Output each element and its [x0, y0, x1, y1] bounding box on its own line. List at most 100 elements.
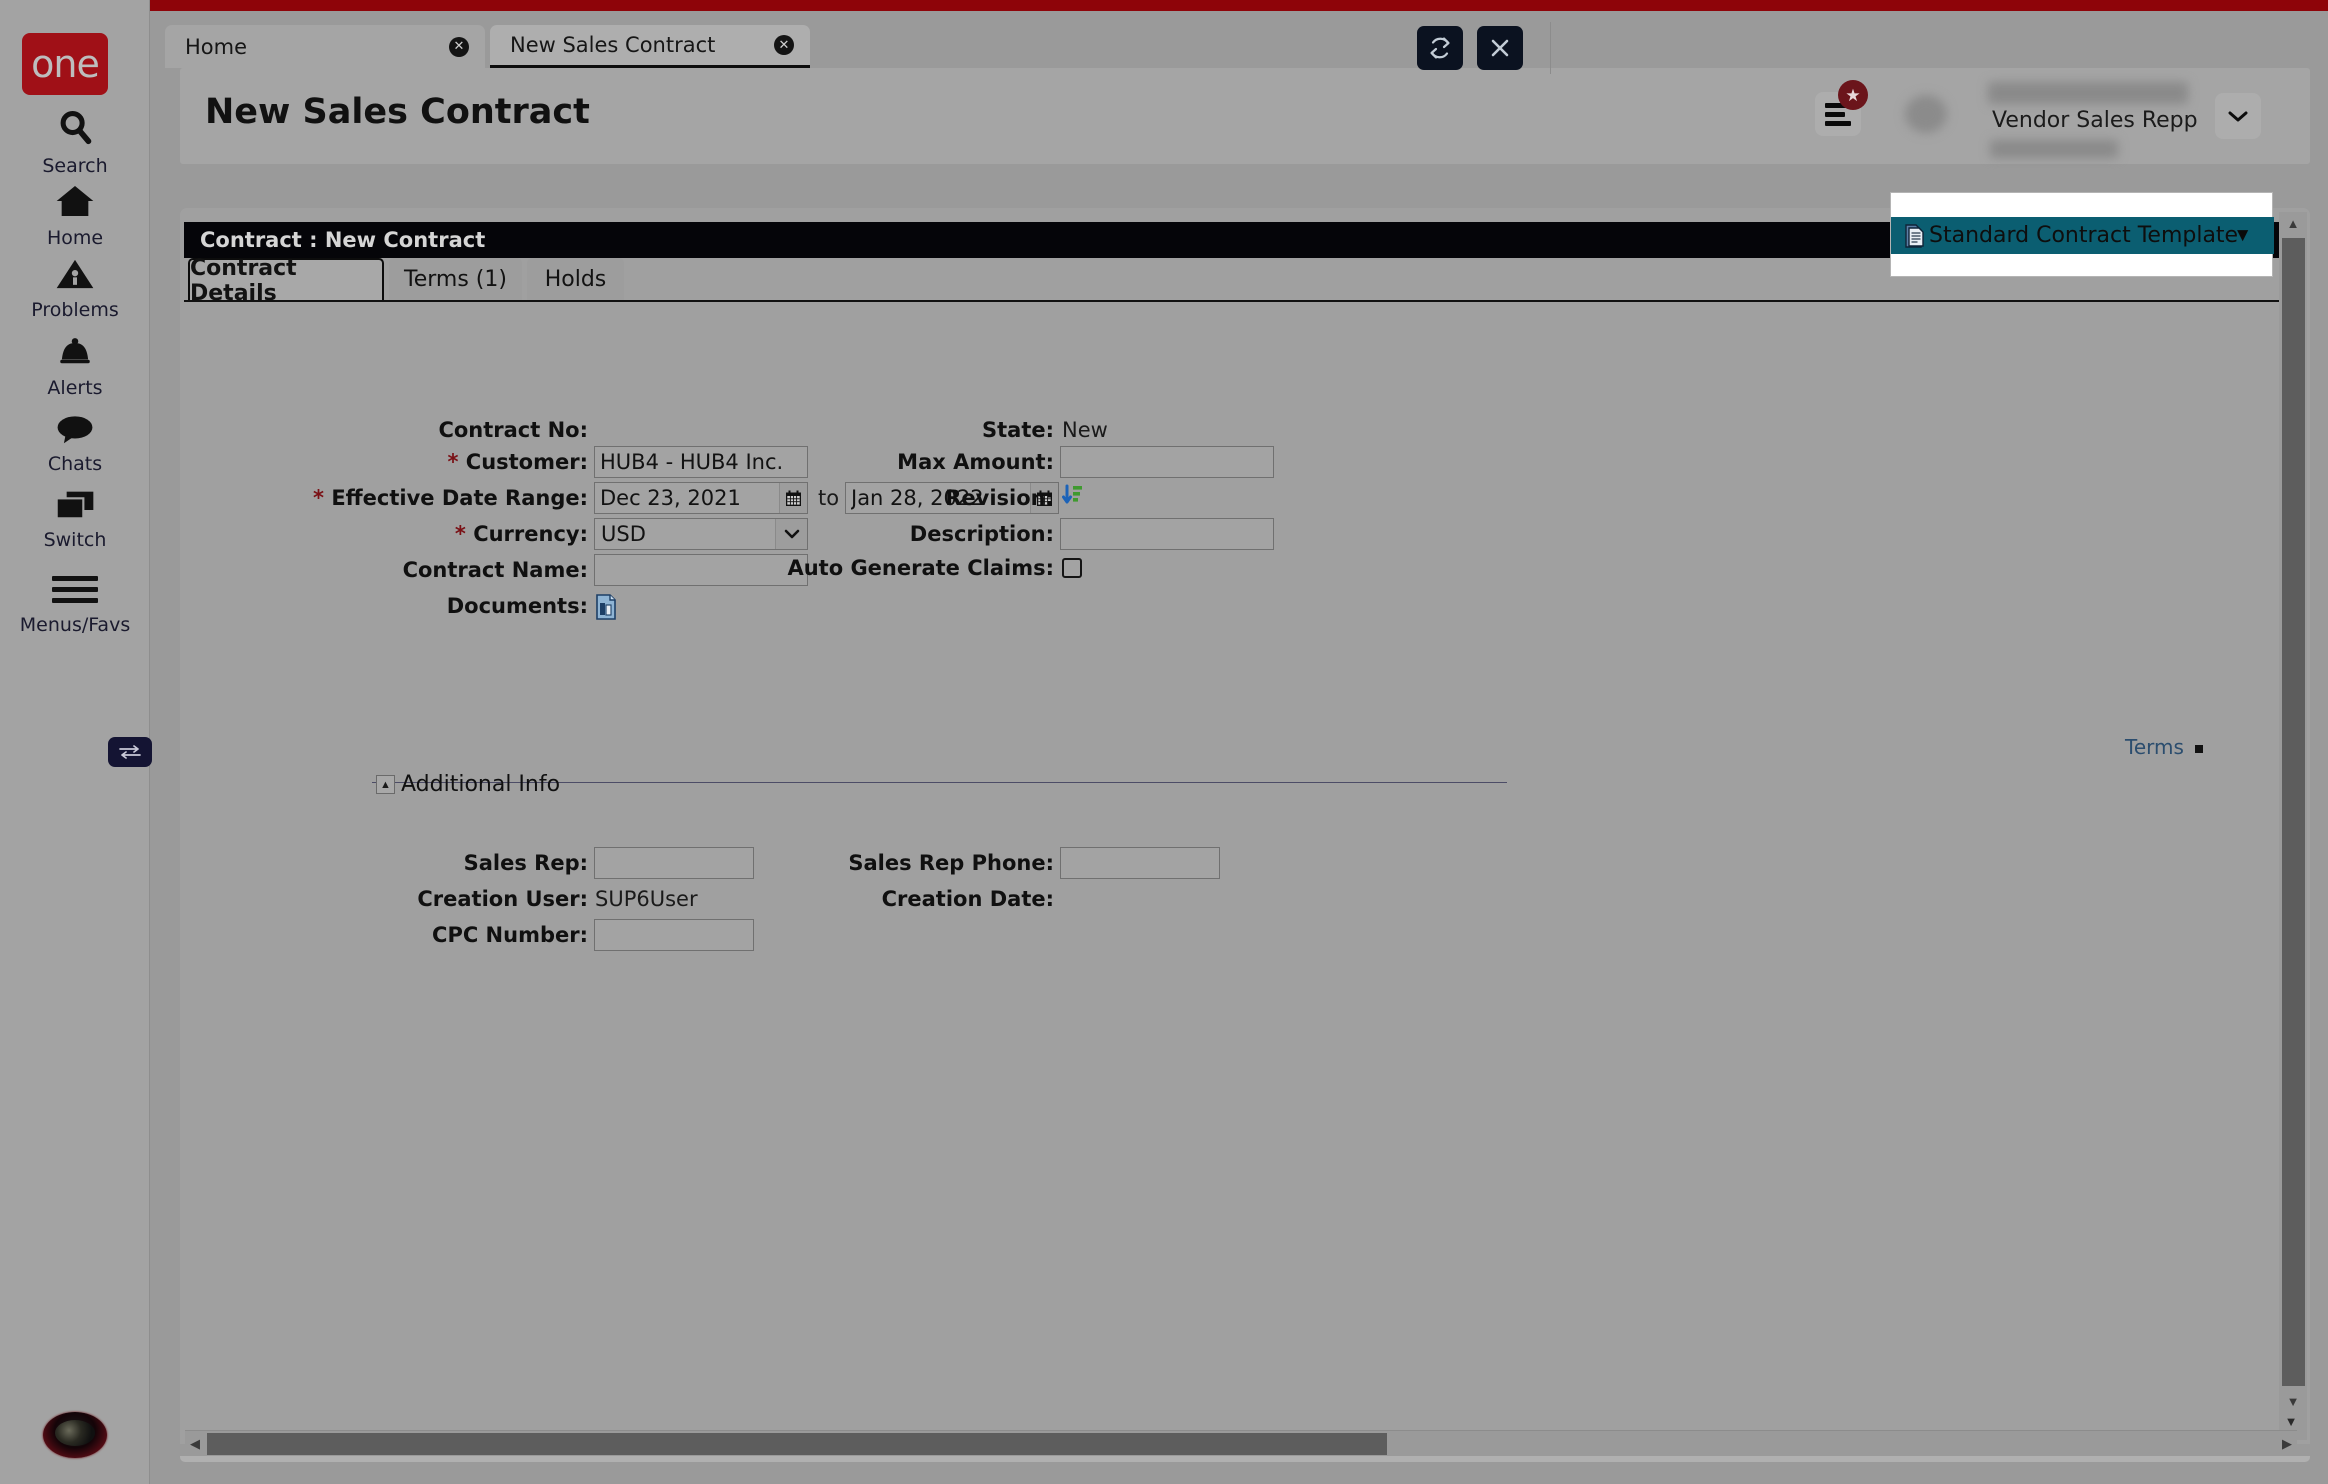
- template-dropdown-overlay: Standard Contract Template ▼: [1890, 192, 2273, 277]
- field-cpc-number: CPC Number:: [184, 919, 588, 951]
- avatar[interactable]: [1905, 95, 1947, 133]
- sort-descending-icon[interactable]: [1062, 484, 1084, 515]
- sidebar-item-label: Search: [42, 155, 107, 177]
- tab-strip: Home ✕ New Sales Contract ✕: [150, 11, 2328, 68]
- document-attachment-icon[interactable]: [595, 594, 617, 625]
- contract-template-icon: [1905, 224, 1925, 248]
- field-auto-generate-claims: Auto Generate Claims:: [604, 552, 1054, 584]
- field-label: Sales Rep:: [464, 847, 588, 879]
- close-x-icon: [1490, 38, 1510, 58]
- user-role: Vendor Sales Repp: [1992, 108, 2198, 133]
- switch-windows-icon: [55, 490, 95, 524]
- horizontal-scrollbar[interactable]: ◀ ▶: [185, 1430, 2297, 1456]
- sidebar-item-switch[interactable]: Switch: [0, 490, 150, 551]
- terms-link[interactable]: Terms: [2125, 735, 2184, 759]
- field-label: Auto Generate Claims:: [787, 552, 1054, 584]
- triangle-down-icon[interactable]: ▼: [2281, 1390, 2305, 1412]
- sidebar-item-search[interactable]: Search: [0, 108, 150, 177]
- field-creation-date: Creation Date:: [604, 883, 1054, 915]
- star-icon: ★: [1838, 80, 1868, 110]
- swap-arrows-icon: [118, 745, 142, 759]
- triangle-down-icon-corner[interactable]: ▼: [2279, 1410, 2303, 1432]
- brand-top-bar: [150, 0, 2328, 11]
- field-contract-no: Contract No:: [184, 414, 588, 446]
- field-creation-user: Creation User:: [184, 883, 588, 915]
- close-page-button[interactable]: [1477, 26, 1523, 70]
- refresh-icon: [1428, 36, 1452, 60]
- vertical-scroll-thumb[interactable]: [2282, 238, 2305, 1386]
- search-icon: [56, 108, 94, 150]
- max-amount-input[interactable]: [1060, 446, 1274, 478]
- sidebar-item-label: Chats: [48, 453, 102, 475]
- tab-label: Holds: [545, 267, 607, 292]
- field-state: State:: [604, 414, 1054, 446]
- field-max-amount: Max Amount:: [604, 446, 1054, 478]
- field-sales-rep: Sales Rep:: [184, 847, 588, 879]
- field-contract-name: Contract Name:: [184, 554, 588, 586]
- field-label: Contract Name:: [403, 554, 588, 586]
- sales-rep-phone-input[interactable]: [1060, 847, 1220, 879]
- sidebar-item-label: Switch: [44, 529, 107, 551]
- sidebar-item-label: Home: [47, 227, 103, 249]
- field-label: Revision:: [945, 482, 1054, 514]
- avatar-image: [55, 1420, 95, 1446]
- field-customer-label-wrap: * Customer:: [184, 446, 588, 478]
- cpc-number-input[interactable]: [594, 919, 754, 951]
- tab-label: Contract Details: [190, 256, 382, 306]
- caret-down-icon[interactable]: ▼: [2233, 225, 2252, 247]
- header-divider: [1550, 22, 1551, 74]
- one-logo[interactable]: one: [22, 33, 108, 95]
- close-icon[interactable]: ✕: [449, 37, 469, 57]
- switch-toggle-badge[interactable]: [108, 737, 152, 767]
- sidebar-item-label: Alerts: [47, 377, 102, 399]
- hamburger-menu-icon: [52, 570, 98, 609]
- field-revision: Revision:: [604, 482, 1054, 514]
- field-label: * Customer:: [447, 446, 588, 478]
- contract-details-form: Contract No: * Customer: * Effective Dat…: [184, 302, 2269, 1416]
- sidebar-item-label: Problems: [31, 299, 119, 321]
- home-icon: [55, 184, 95, 222]
- required-marker: *: [313, 486, 324, 510]
- horizontal-scroll-thumb[interactable]: [207, 1433, 1387, 1455]
- bell-icon: [57, 336, 93, 372]
- auto-generate-claims-checkbox[interactable]: [1062, 558, 1082, 578]
- refresh-button[interactable]: [1417, 26, 1463, 70]
- user-menu-dropdown[interactable]: [2215, 93, 2261, 139]
- field-label: State:: [982, 414, 1054, 446]
- user-org-redacted: [1990, 140, 2118, 158]
- sidebar-item-label: Menus/Favs: [20, 614, 130, 636]
- close-icon[interactable]: ✕: [774, 35, 794, 55]
- browser-tab-label: New Sales Contract: [510, 33, 715, 57]
- tab-terms[interactable]: Terms (1): [389, 258, 522, 301]
- triangle-up-icon[interactable]: ▲: [2281, 212, 2305, 234]
- triangle-left-icon[interactable]: ◀: [185, 1433, 205, 1455]
- chat-bubble-icon: [56, 414, 94, 448]
- sidebar-item-problems[interactable]: Problems: [0, 258, 150, 321]
- browser-tab-home[interactable]: Home ✕: [165, 25, 485, 68]
- tab-holds[interactable]: Holds: [527, 258, 624, 301]
- description-input[interactable]: [1060, 518, 1274, 550]
- terms-bullet: [2195, 745, 2203, 753]
- field-description: Description:: [604, 518, 1054, 550]
- panel-title: Contract : New Contract: [200, 228, 485, 252]
- contract-panel: Contract : New Contract Contract Details…: [180, 208, 2310, 1444]
- sidebar-item-alerts[interactable]: Alerts: [0, 336, 150, 399]
- required-marker: *: [447, 450, 458, 474]
- logo-text: one: [31, 45, 99, 83]
- field-label: Documents:: [447, 590, 588, 622]
- vertical-scrollbar[interactable]: ▲ ▼: [2279, 212, 2307, 1440]
- field-label: * Effective Date Range:: [313, 482, 588, 514]
- triangle-right-icon[interactable]: ▶: [2277, 1433, 2297, 1455]
- sidebar-item-home[interactable]: Home: [0, 184, 150, 249]
- tab-contract-details[interactable]: Contract Details: [188, 258, 384, 301]
- sidebar-item-menus-favs[interactable]: Menus/Favs: [0, 570, 150, 636]
- field-label: Description:: [910, 518, 1054, 550]
- template-dropdown-selected-item[interactable]: Standard Contract Template ▼: [1891, 217, 2274, 254]
- caret-up-icon[interactable]: ▲: [376, 775, 395, 794]
- sidebar-item-chats[interactable]: Chats: [0, 414, 150, 475]
- browser-tab-new-sales-contract[interactable]: New Sales Contract ✕: [490, 25, 810, 68]
- tab-label: Terms (1): [404, 267, 507, 292]
- field-label: Contract No:: [438, 414, 588, 446]
- required-marker: *: [455, 522, 466, 546]
- user-avatar-orb[interactable]: [43, 1412, 107, 1458]
